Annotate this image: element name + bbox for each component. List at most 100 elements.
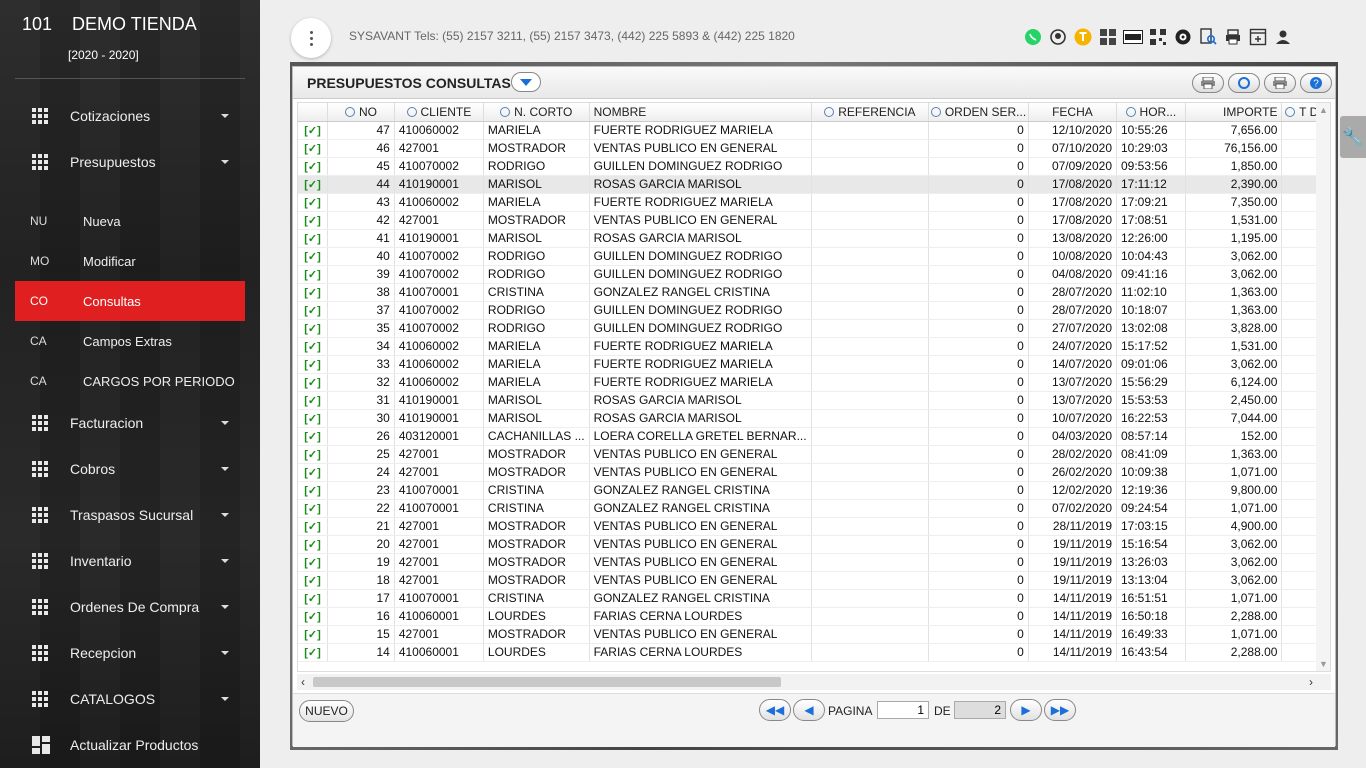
row-checkbox[interactable]: [✓] bbox=[298, 319, 329, 338]
next-page-button[interactable]: ▶ bbox=[1010, 699, 1042, 721]
row-checkbox[interactable]: [✓] bbox=[298, 193, 329, 212]
row-checkbox[interactable]: [✓] bbox=[298, 283, 329, 302]
whatsapp-icon[interactable] bbox=[1022, 26, 1043, 47]
menu-cobros[interactable]: Cobros bbox=[0, 449, 260, 489]
table-row[interactable]: [✓] 32 410060002 MARIELA FUERTE RODRIGUEZ MA… bbox=[298, 373, 1330, 392]
row-checkbox[interactable]: [✓] bbox=[298, 571, 329, 590]
menu-traspasos-sucursal[interactable]: Traspasos Sucursal bbox=[0, 495, 260, 535]
row-checkbox[interactable]: [✓] bbox=[298, 211, 329, 230]
row-checkbox[interactable]: [✓] bbox=[298, 409, 329, 428]
last-page-button[interactable]: ▶▶ bbox=[1044, 699, 1076, 721]
vertical-scrollbar[interactable]: ▲ ▼ bbox=[1316, 103, 1330, 671]
table-row[interactable]: [✓] 18 427001 MOSTRADOR VENTAS PUBLICO EN GE… bbox=[298, 571, 1330, 590]
row-checkbox[interactable]: [✓] bbox=[298, 625, 329, 644]
table-row[interactable]: [✓] 44 410190001 MARISOL ROSAS GARCIA MARISO… bbox=[298, 175, 1330, 194]
table-row[interactable]: [✓] 42 427001 MOSTRADOR VENTAS PUBLICO EN GE… bbox=[298, 211, 1330, 230]
document-search-icon[interactable] bbox=[1197, 26, 1218, 47]
column-header-no[interactable]: NO bbox=[327, 103, 395, 122]
first-page-button[interactable]: ◀◀ bbox=[759, 699, 791, 721]
horizontal-scrollbar[interactable]: ‹ › bbox=[297, 674, 1331, 690]
menu-cotizaciones[interactable]: Cotizaciones bbox=[0, 96, 260, 136]
row-checkbox[interactable]: [✓] bbox=[298, 247, 329, 266]
scroll-up-icon[interactable]: ▲ bbox=[1319, 105, 1328, 115]
row-checkbox[interactable]: [✓] bbox=[298, 121, 329, 140]
table-row[interactable]: [✓] 39 410070002 RODRIGO GUILLEN DOMINGUEZ R… bbox=[298, 265, 1330, 284]
row-checkbox[interactable]: [✓] bbox=[298, 445, 329, 464]
row-checkbox[interactable]: [✓] bbox=[298, 355, 329, 374]
table-row[interactable]: [✓] 22 410070001 CRISTINA GONZALEZ RANGEL CR… bbox=[298, 499, 1330, 518]
table-row[interactable]: [✓] 31 410190001 MARISOL ROSAS GARCIA MARISO… bbox=[298, 391, 1330, 410]
column-header-n-corto[interactable]: N. CORTO bbox=[483, 103, 590, 122]
submenu-modificar[interactable]: MO Modificar bbox=[15, 241, 245, 281]
table-row[interactable]: [✓] 38 410070001 CRISTINA GONZALEZ RANGEL CR… bbox=[298, 283, 1330, 302]
user-icon[interactable] bbox=[1272, 26, 1293, 47]
row-checkbox[interactable]: [✓] bbox=[298, 517, 329, 536]
table-row[interactable]: [✓] 45 410070002 RODRIGO GUILLEN DOMINGUEZ R… bbox=[298, 157, 1330, 176]
submenu-campos-extras[interactable]: CA Campos Extras bbox=[15, 321, 245, 361]
nuevo-button[interactable]: NUEVO bbox=[299, 700, 354, 722]
xml-icon[interactable] bbox=[1122, 26, 1143, 47]
menu-facturacion[interactable]: Facturacion bbox=[0, 403, 260, 443]
table-row[interactable]: [✓] 26 403120001 CACHANILLAS ... LOERA COREL… bbox=[298, 427, 1330, 446]
row-checkbox[interactable]: [✓] bbox=[298, 499, 329, 518]
row-checkbox[interactable]: [✓] bbox=[298, 463, 329, 482]
search-icon[interactable] bbox=[344, 106, 355, 117]
row-checkbox[interactable]: [✓] bbox=[298, 427, 329, 446]
scroll-down-icon[interactable]: ▼ bbox=[1319, 659, 1328, 669]
row-checkbox[interactable]: [✓] bbox=[298, 229, 329, 248]
table-row[interactable]: [✓] 47 410060002 MARIELA FUERTE RODRIGUEZ MA… bbox=[298, 121, 1330, 140]
menu-ordenes-de-compra[interactable]: Ordenes De Compra bbox=[0, 587, 260, 627]
t-badge-icon[interactable] bbox=[1072, 26, 1093, 47]
help-button[interactable]: ? bbox=[1300, 73, 1332, 93]
row-checkbox[interactable]: [✓] bbox=[298, 139, 329, 158]
search-icon[interactable] bbox=[500, 106, 511, 117]
menu-catalogos[interactable]: CATALOGOS bbox=[0, 679, 260, 719]
table-row[interactable]: [✓] 17 410070001 CRISTINA GONZALEZ RANGEL CR… bbox=[298, 589, 1330, 608]
submenu-cargos-por-periodo[interactable]: CA CARGOS POR PERIODO bbox=[15, 361, 245, 401]
row-checkbox[interactable]: [✓] bbox=[298, 535, 329, 554]
table-row[interactable]: [✓] 14 410060001 LOURDES FARIAS CERNA LOURDE… bbox=[298, 643, 1330, 662]
support-icon[interactable] bbox=[1047, 26, 1068, 47]
scrollbar-thumb[interactable] bbox=[313, 677, 781, 687]
table-row[interactable]: [✓] 40 410070002 RODRIGO GUILLEN DOMINGUEZ R… bbox=[298, 247, 1330, 266]
row-checkbox[interactable]: [✓] bbox=[298, 175, 329, 194]
row-checkbox[interactable]: [✓] bbox=[298, 589, 329, 608]
new-window-icon[interactable] bbox=[1247, 26, 1268, 47]
column-header-cliente[interactable]: CLIENTE bbox=[394, 103, 484, 122]
search-icon[interactable] bbox=[1285, 106, 1296, 117]
row-checkbox[interactable]: [✓] bbox=[298, 265, 329, 284]
submenu-consultas[interactable]: CO Consultas bbox=[15, 281, 245, 321]
table-row[interactable]: [✓] 16 410060001 LOURDES FARIAS CERNA LOURDE… bbox=[298, 607, 1330, 626]
menu-actualizar-productos[interactable]: Actualizar Productos bbox=[0, 725, 260, 765]
table-row[interactable]: [✓] 20 427001 MOSTRADOR VENTAS PUBLICO EN GE… bbox=[298, 535, 1330, 554]
print-button[interactable] bbox=[1192, 73, 1224, 93]
wrench-icon[interactable]: 🔧 bbox=[1340, 116, 1366, 158]
search-icon[interactable] bbox=[1125, 106, 1136, 117]
page-number-input[interactable] bbox=[877, 701, 929, 719]
search-icon[interactable] bbox=[930, 106, 941, 117]
prev-page-button[interactable]: ◀ bbox=[793, 699, 825, 721]
qr-icon[interactable] bbox=[1147, 26, 1168, 47]
menu-recepcion[interactable]: Recepcion bbox=[0, 633, 260, 673]
settings-circle-icon[interactable] bbox=[1172, 26, 1193, 47]
table-row[interactable]: [✓] 46 427001 MOSTRADOR VENTAS PUBLICO EN GE… bbox=[298, 139, 1330, 158]
column-header-referencia[interactable]: REFERENCIA bbox=[811, 103, 930, 122]
column-header-fecha[interactable]: FECHA bbox=[1028, 103, 1118, 122]
table-row[interactable]: [✓] 34 410060002 MARIELA FUERTE RODRIGUEZ MA… bbox=[298, 337, 1330, 356]
table-row[interactable]: [✓] 41 410190001 MARISOL ROSAS GARCIA MARISO… bbox=[298, 229, 1330, 248]
table-row[interactable]: [✓] 15 427001 MOSTRADOR VENTAS PUBLICO EN GE… bbox=[298, 625, 1330, 644]
table-row[interactable]: [✓] 24 427001 MOSTRADOR VENTAS PUBLICO EN GE… bbox=[298, 463, 1330, 482]
row-checkbox[interactable]: [✓] bbox=[298, 643, 329, 662]
row-checkbox[interactable]: [✓] bbox=[298, 481, 329, 500]
table-row[interactable]: [✓] 25 427001 MOSTRADOR VENTAS PUBLICO EN GE… bbox=[298, 445, 1330, 464]
table-row[interactable]: [✓] 33 410060002 MARIELA FUERTE RODRIGUEZ MA… bbox=[298, 355, 1330, 374]
table-row[interactable]: [✓] 35 410070002 RODRIGO GUILLEN DOMINGUEZ R… bbox=[298, 319, 1330, 338]
menu-presupuestos[interactable]: Presupuestos bbox=[0, 142, 260, 182]
column-header-orden-servicio[interactable]: ORDEN SER... bbox=[928, 103, 1029, 122]
row-checkbox[interactable]: [✓] bbox=[298, 607, 329, 626]
search-icon[interactable] bbox=[824, 106, 835, 117]
table-row[interactable]: [✓] 43 410060002 MARIELA FUERTE RODRIGUEZ MA… bbox=[298, 193, 1330, 212]
row-checkbox[interactable]: [✓] bbox=[298, 391, 329, 410]
title-dropdown-button[interactable] bbox=[511, 72, 541, 92]
row-checkbox[interactable]: [✓] bbox=[298, 337, 329, 356]
